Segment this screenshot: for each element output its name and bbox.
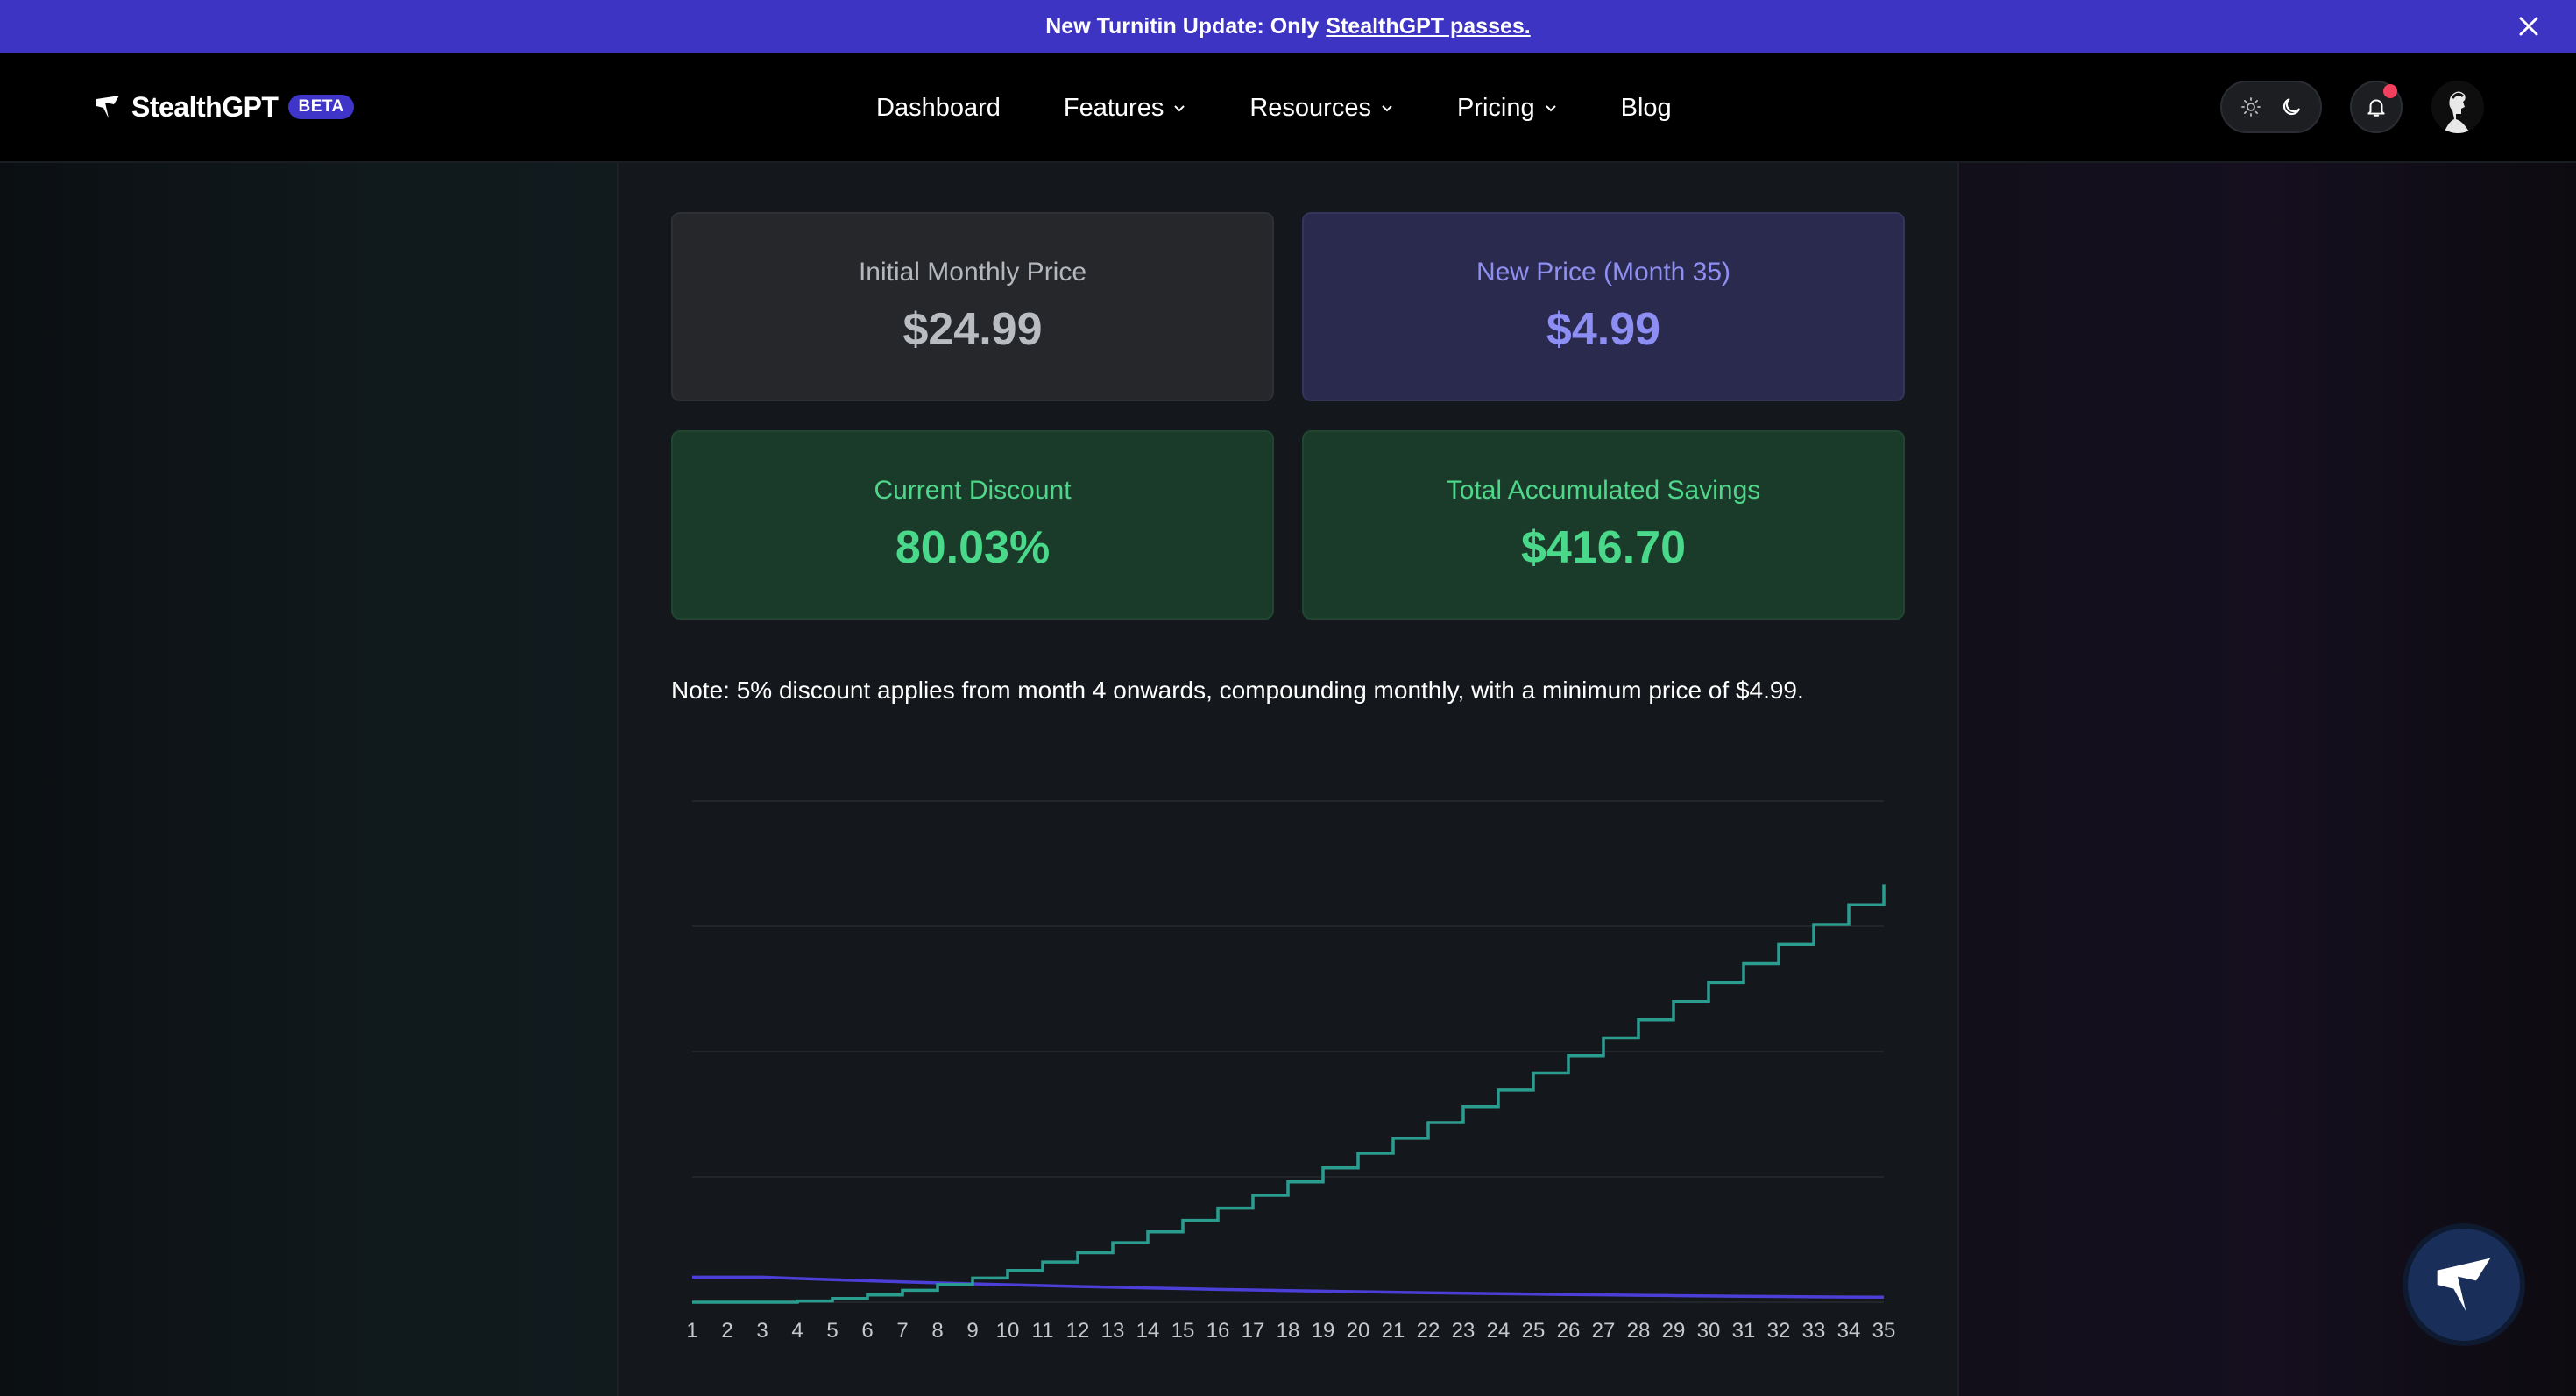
x-tick-label: 30 <box>1697 1319 1721 1343</box>
brand-logo[interactable]: StealthGPT BETA <box>95 88 354 126</box>
nav-blog-label: Blog <box>1620 93 1672 122</box>
x-tick-label: 24 <box>1487 1319 1511 1343</box>
x-tick-label: 9 <box>966 1319 978 1343</box>
x-tick-label: 10 <box>996 1319 1020 1343</box>
accumulated-savings-line <box>692 884 1886 1304</box>
moon-icon[interactable] <box>2280 96 2303 118</box>
x-tick-label: 12 <box>1066 1319 1090 1343</box>
chevron-down-icon <box>1545 105 1556 112</box>
nav-resources[interactable]: Resources <box>1249 94 1394 123</box>
background-right-panel <box>1959 0 2576 1396</box>
stealthgpt-logo-icon <box>96 96 119 118</box>
x-tick-label: 29 <box>1662 1319 1686 1343</box>
announcement-banner: New Turnitin Update: Only StealthGPT pas… <box>0 0 2576 53</box>
close-icon <box>2519 17 2538 36</box>
banner-close-button[interactable] <box>2513 11 2544 42</box>
nav-resources-label: Resources <box>1249 93 1371 122</box>
x-tick-label: 28 <box>1627 1319 1651 1343</box>
new-price-card: New Price (Month 35) $4.99 <box>1302 212 1905 401</box>
x-tick-label: 8 <box>931 1319 943 1343</box>
avatar[interactable] <box>2431 81 2484 133</box>
x-tick-label: 7 <box>896 1319 908 1343</box>
total-savings-card: Total Accumulated Savings $416.70 <box>1302 430 1905 620</box>
x-tick-label: 22 <box>1417 1319 1440 1343</box>
x-tick-label: 21 <box>1382 1319 1405 1343</box>
current-discount-value: 80.03% <box>895 522 1051 573</box>
x-tick-label: 11 <box>1032 1319 1054 1343</box>
x-tick-label: 13 <box>1101 1319 1125 1343</box>
nav-links: Dashboard Features Resources Pricing Blo… <box>876 86 1672 130</box>
savings-chart: 1 2 3 4 5 6 7 8 9 10 11 12 13 14 15 16 17 18 19 20 21 22 23 24 2… <box>686 800 1896 1343</box>
chat-launcher-button[interactable] <box>2408 1229 2520 1341</box>
nav-blog[interactable]: Blog <box>1621 94 1672 123</box>
x-tick-label: 23 <box>1452 1319 1476 1343</box>
x-tick-label: 18 <box>1277 1319 1300 1343</box>
user-avatar-icon <box>2431 81 2484 133</box>
nav-pricing-label: Pricing <box>1456 93 1535 122</box>
banner-link[interactable]: StealthGPT passes. <box>1326 14 1530 39</box>
chevron-down-icon <box>1382 105 1392 112</box>
bell-icon <box>2367 99 2385 117</box>
brand-name: StealthGPT <box>131 90 279 123</box>
x-tick-label: 2 <box>721 1319 732 1343</box>
stealthgpt-logo-icon <box>2437 1258 2491 1312</box>
top-navigation: StealthGPT BETA Dashboard Features Resou… <box>0 53 2576 163</box>
nav-dashboard[interactable]: Dashboard <box>876 94 1001 123</box>
new-price-label: New Price (Month 35) <box>1476 258 1731 287</box>
notification-badge <box>2383 84 2397 98</box>
initial-price-value: $24.99 <box>902 304 1043 355</box>
x-tick-label: 14 <box>1136 1319 1160 1343</box>
beta-badge: BETA <box>288 95 354 119</box>
current-discount-label: Current Discount <box>874 476 1072 505</box>
x-tick-label: 4 <box>791 1319 803 1343</box>
x-tick-label: 17 <box>1242 1319 1265 1343</box>
background-left-panel <box>0 0 617 1396</box>
x-tick-label: 1 <box>686 1319 697 1343</box>
chevron-down-icon <box>1174 105 1185 112</box>
x-tick-label: 31 <box>1732 1319 1756 1343</box>
nav-features-label: Features <box>1063 93 1164 122</box>
nav-features[interactable]: Features <box>1064 94 1186 123</box>
x-tick-label: 20 <box>1347 1319 1370 1343</box>
theme-toggle[interactable] <box>2220 81 2322 133</box>
initial-price-card: Initial Monthly Price $24.99 <box>671 212 1274 401</box>
x-tick-label: 19 <box>1312 1319 1335 1343</box>
x-tick-label: 16 <box>1207 1319 1230 1343</box>
initial-price-label: Initial Monthly Price <box>858 258 1087 287</box>
x-tick-label: 3 <box>756 1319 768 1343</box>
x-tick-label: 34 <box>1837 1319 1861 1343</box>
total-savings-label: Total Accumulated Savings <box>1446 476 1761 505</box>
x-tick-label: 32 <box>1767 1319 1791 1343</box>
x-tick-label: 27 <box>1592 1319 1616 1343</box>
sun-icon[interactable] <box>2240 96 2261 117</box>
total-savings-value: $416.70 <box>1521 522 1686 573</box>
x-tick-label: 15 <box>1171 1319 1195 1343</box>
x-tick-label: 33 <box>1802 1319 1826 1343</box>
nav-dashboard-label: Dashboard <box>876 93 1001 122</box>
x-tick-label: 5 <box>826 1319 838 1343</box>
x-tick-label: 6 <box>861 1319 873 1343</box>
notifications-button[interactable] <box>2350 81 2403 133</box>
banner-text: New Turnitin Update: Only <box>1045 13 1320 39</box>
x-tick-label: 35 <box>1872 1319 1896 1343</box>
new-price-value: $4.99 <box>1546 304 1661 355</box>
x-tick-label: 25 <box>1522 1319 1546 1343</box>
nav-pricing[interactable]: Pricing <box>1457 94 1558 123</box>
x-tick-label: 26 <box>1557 1319 1581 1343</box>
discount-note: Note: 5% discount applies from month 4 o… <box>671 677 1804 704</box>
current-discount-card: Current Discount 80.03% <box>671 430 1274 620</box>
